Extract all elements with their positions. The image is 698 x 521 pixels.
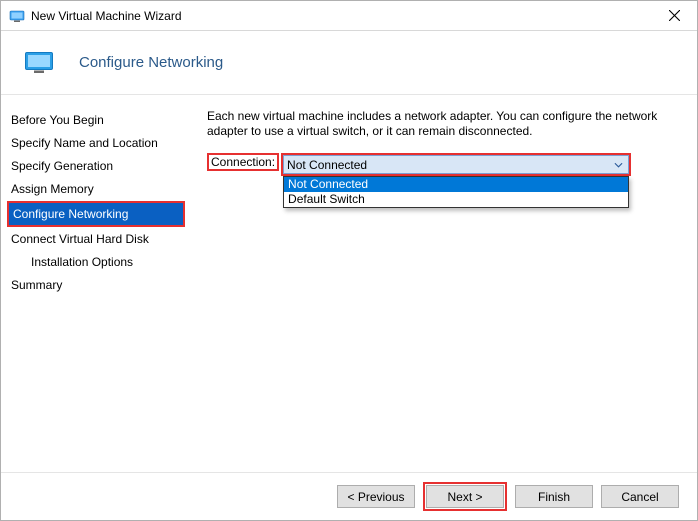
next-button[interactable]: Next > — [426, 485, 504, 508]
next-button-highlight: Next > — [423, 482, 507, 511]
connection-row: Connection: Not Connected Not Connected … — [207, 153, 679, 176]
step-assign-memory[interactable]: Assign Memory — [7, 178, 185, 200]
window-title: New Virtual Machine Wizard — [31, 9, 653, 23]
sidebar: Before You Begin Specify Name and Locati… — [1, 95, 191, 472]
close-icon — [669, 10, 680, 21]
titlebar: New Virtual Machine Wizard — [1, 1, 697, 31]
connection-combo-highlight: Not Connected — [281, 153, 631, 176]
step-configure-networking[interactable]: Configure Networking — [9, 203, 183, 225]
header: Configure Networking — [1, 31, 697, 95]
footer: < Previous Next > Finish Cancel — [1, 472, 697, 520]
step-installation-options[interactable]: Installation Options — [7, 251, 185, 273]
connection-dropdown: Not Connected Default Switch — [283, 176, 629, 208]
connection-label: Connection: — [207, 153, 279, 171]
chevron-down-icon — [611, 162, 625, 168]
description: Each new virtual machine includes a netw… — [207, 109, 679, 139]
close-button[interactable] — [653, 2, 695, 30]
step-configure-networking-highlight: Configure Networking — [7, 201, 185, 227]
connection-combo[interactable]: Not Connected — [283, 155, 629, 174]
monitor-icon — [25, 52, 53, 74]
option-not-connected[interactable]: Not Connected — [284, 177, 628, 192]
step-connect-vhd[interactable]: Connect Virtual Hard Disk — [7, 228, 185, 250]
option-default-switch[interactable]: Default Switch — [284, 192, 628, 207]
step-specify-generation[interactable]: Specify Generation — [7, 155, 185, 177]
wizard-window: New Virtual Machine Wizard Configure Net… — [0, 0, 698, 521]
page-title: Configure Networking — [79, 54, 223, 71]
previous-button[interactable]: < Previous — [337, 485, 415, 508]
content: Each new virtual machine includes a netw… — [191, 95, 697, 472]
step-specify-name[interactable]: Specify Name and Location — [7, 132, 185, 154]
step-before-you-begin[interactable]: Before You Begin — [7, 109, 185, 131]
app-icon — [9, 8, 25, 24]
finish-button[interactable]: Finish — [515, 485, 593, 508]
step-summary[interactable]: Summary — [7, 274, 185, 296]
cancel-button[interactable]: Cancel — [601, 485, 679, 508]
connection-value: Not Connected — [287, 158, 611, 172]
body: Before You Begin Specify Name and Locati… — [1, 95, 697, 472]
